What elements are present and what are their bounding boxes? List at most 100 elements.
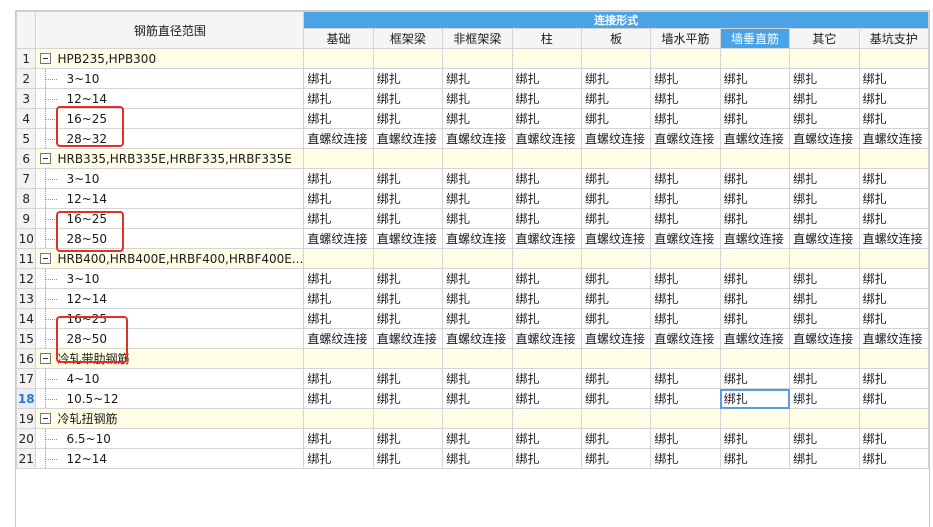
connection-cell[interactable] — [789, 408, 860, 429]
table-row[interactable]: 15 28~50 直螺纹连接 直螺纹连接 直螺纹连接 直螺纹连接 直螺纹连接 直螺纹连接 直螺纹… — [15, 328, 930, 349]
connection-cell[interactable]: 直螺纹连接 — [858, 328, 930, 349]
range-cell[interactable]: 16~25 — [35, 208, 305, 229]
connection-cell[interactable] — [511, 408, 582, 429]
row-number[interactable]: 13 — [15, 288, 37, 309]
connection-cell[interactable]: 直螺纹连接 — [442, 228, 513, 249]
connection-cell[interactable]: 绑扎 — [580, 268, 652, 289]
connection-cell[interactable]: 绑扎 — [650, 268, 721, 289]
connection-cell[interactable]: 绑扎 — [789, 88, 860, 109]
group-name-cell[interactable]: HPB235,HPB300 — [35, 48, 305, 69]
connection-cell[interactable]: 绑扎 — [789, 448, 860, 469]
connection-cell[interactable]: 直螺纹连接 — [511, 228, 582, 249]
connection-cell[interactable]: 绑扎 — [789, 168, 860, 189]
connection-cell[interactable]: 绑扎 — [303, 368, 374, 389]
connection-cell[interactable]: 绑扎 — [372, 448, 444, 469]
row-number[interactable]: 3 — [15, 88, 37, 109]
connection-cell[interactable]: 绑扎 — [372, 368, 444, 389]
connection-cell[interactable]: 绑扎 — [442, 108, 513, 129]
connection-cell[interactable]: 绑扎 — [719, 268, 791, 289]
range-cell[interactable]: 10.5~12 — [35, 388, 305, 409]
range-cell[interactable]: 28~32 — [35, 128, 305, 149]
connection-cell[interactable] — [650, 48, 721, 69]
connection-cell[interactable] — [303, 48, 374, 69]
connection-cell[interactable]: 绑扎 — [858, 428, 930, 449]
collapse-icon[interactable] — [40, 413, 52, 424]
range-cell[interactable]: 12~14 — [35, 448, 305, 469]
connection-cell[interactable]: 绑扎 — [858, 368, 930, 389]
table-row[interactable]: 18 10.5~12 绑扎 绑扎 绑扎 绑扎 绑扎 绑扎 绑扎 绑扎 绑扎 — [15, 388, 930, 409]
connection-cell[interactable]: 绑扎 — [650, 448, 721, 469]
row-number[interactable]: 6 — [15, 148, 37, 169]
range-cell[interactable]: 12~14 — [35, 88, 305, 109]
connection-cell[interactable]: 绑扎 — [650, 428, 721, 449]
connection-cell[interactable]: 直螺纹连接 — [580, 128, 652, 149]
connection-cell[interactable]: 绑扎 — [442, 268, 513, 289]
connection-cell[interactable] — [789, 348, 860, 369]
connection-cell[interactable] — [580, 248, 652, 269]
range-cell[interactable]: 16~25 — [35, 108, 305, 129]
connection-cell[interactable]: 绑扎 — [719, 308, 791, 329]
range-cell[interactable]: 3~10 — [35, 68, 305, 89]
connection-cell[interactable]: 绑扎 — [789, 208, 860, 229]
row-number[interactable]: 11 — [15, 248, 37, 269]
row-number[interactable]: 14 — [15, 308, 37, 329]
connection-cell[interactable] — [858, 248, 930, 269]
connection-cell[interactable]: 绑扎 — [719, 448, 791, 469]
connection-cell[interactable]: 直螺纹连接 — [303, 228, 374, 249]
table-row[interactable]: 4 16~25 绑扎 绑扎 绑扎 绑扎 绑扎 绑扎 绑扎 绑扎 绑扎 — [15, 108, 930, 129]
connection-cell[interactable] — [303, 148, 374, 169]
connection-cell[interactable]: 绑扎 — [303, 448, 374, 469]
connection-cell[interactable]: 绑扎 — [580, 448, 652, 469]
connection-cell[interactable] — [650, 348, 721, 369]
connection-cell[interactable]: 绑扎 — [858, 288, 930, 309]
column-header[interactable]: 其它 — [789, 28, 860, 49]
connection-cell[interactable]: 直螺纹连接 — [580, 228, 652, 249]
connection-cell[interactable]: 绑扎 — [511, 68, 582, 89]
connection-cell[interactable]: 绑扎 — [442, 388, 513, 409]
connection-cell[interactable]: 直螺纹连接 — [719, 128, 791, 149]
connection-cell[interactable]: 绑扎 — [650, 388, 721, 409]
connection-cell[interactable]: 绑扎 — [650, 208, 721, 229]
connection-cell[interactable]: 绑扎 — [511, 188, 582, 209]
connection-cell[interactable] — [789, 48, 860, 69]
group-row[interactable]: 19 冷轧扭钢筋 — [15, 408, 930, 429]
column-header[interactable]: 基坑支护 — [858, 28, 930, 49]
connection-cell[interactable]: 绑扎 — [303, 288, 374, 309]
table-row[interactable]: 14 16~25 绑扎 绑扎 绑扎 绑扎 绑扎 绑扎 绑扎 绑扎 绑扎 — [15, 308, 930, 329]
connection-cell[interactable]: 直螺纹连接 — [650, 128, 721, 149]
connection-cell[interactable]: 绑扎 — [789, 428, 860, 449]
column-header[interactable]: 墙垂直筋 — [719, 28, 791, 49]
connection-cell[interactable]: 绑扎 — [858, 168, 930, 189]
connection-cell[interactable]: 直螺纹连接 — [789, 328, 860, 349]
connection-cell[interactable]: 绑扎 — [789, 108, 860, 129]
connection-cell[interactable]: 绑扎 — [372, 188, 444, 209]
row-number[interactable]: 7 — [15, 168, 37, 189]
connection-cell[interactable] — [372, 148, 444, 169]
connection-cell[interactable]: 直螺纹连接 — [303, 128, 374, 149]
connection-cell[interactable] — [511, 348, 582, 369]
connection-cell[interactable]: 绑扎 — [372, 308, 444, 329]
connection-cell[interactable]: 绑扎 — [789, 68, 860, 89]
connection-cell[interactable]: 绑扎 — [442, 168, 513, 189]
table-row[interactable]: 8 12~14 绑扎 绑扎 绑扎 绑扎 绑扎 绑扎 绑扎 绑扎 绑扎 — [15, 188, 930, 209]
connection-cell[interactable]: 绑扎 — [580, 88, 652, 109]
connection-cell[interactable]: 绑扎 — [580, 208, 652, 229]
connection-cell[interactable]: 绑扎 — [858, 268, 930, 289]
column-header[interactable]: 墙水平筋 — [650, 28, 721, 49]
connection-cell[interactable]: 绑扎 — [442, 208, 513, 229]
connection-cell[interactable]: 绑扎 — [511, 88, 582, 109]
connection-cell[interactable]: 直螺纹连接 — [442, 328, 513, 349]
connection-cell[interactable]: 绑扎 — [511, 288, 582, 309]
collapse-icon[interactable] — [40, 152, 52, 164]
row-number[interactable]: 12 — [15, 268, 37, 289]
row-number[interactable]: 15 — [15, 328, 37, 349]
connection-cell[interactable]: 绑扎 — [789, 188, 860, 209]
connection-cell[interactable]: 直螺纹连接 — [858, 228, 930, 249]
connection-cell[interactable]: 绑扎 — [511, 268, 582, 289]
group-name-cell[interactable]: 冷轧扭钢筋 — [35, 408, 305, 429]
connection-cell[interactable]: 绑扎 — [580, 108, 652, 129]
connection-cell[interactable]: 直螺纹连接 — [789, 228, 860, 249]
connection-cell[interactable]: 直螺纹连接 — [372, 228, 444, 249]
group-row[interactable]: 11 HRB400,HRB400E,HRBF400,HRBF400E... — [15, 248, 930, 269]
connection-cell[interactable]: 绑扎 — [303, 428, 374, 449]
